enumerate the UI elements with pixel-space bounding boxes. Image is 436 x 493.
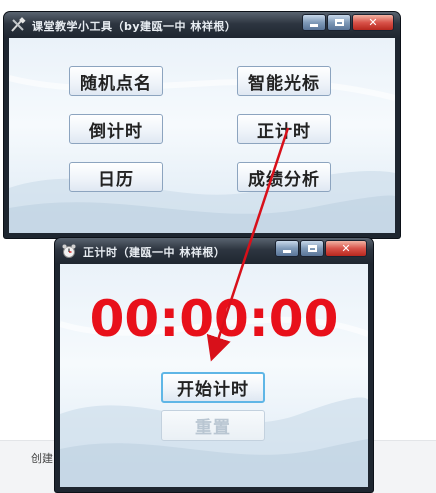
minimize-icon [283,250,291,253]
maximize-icon [307,245,317,252]
alarm-clock-icon [62,244,76,258]
maximize-icon [334,19,344,26]
maximize-button[interactable] [300,240,324,257]
background-partial-text: 创建 [31,452,53,465]
start-timing-button[interactable]: 开始计时 [161,372,265,403]
reset-button: 重置 [161,410,265,441]
random-roll-call-button[interactable]: 随机点名 [69,66,163,96]
minimize-button[interactable] [275,240,299,257]
close-icon: ✕ [368,16,378,29]
count-up-timer-button[interactable]: 正计时 [237,114,331,144]
main-window: 课堂教学小工具（by建瓯一中 林祥根） ✕ 随机点名 智能光标 倒计时 正计时 … [4,12,400,238]
minimize-icon [310,24,318,27]
main-window-controls: ✕ [301,14,394,31]
countdown-button[interactable]: 倒计时 [69,114,163,144]
background-wave [9,75,395,233]
timer-window-client: 00:00:00 开始计时 重置 [60,264,368,487]
timer-window-controls: ✕ [274,240,367,257]
tools-icon [11,17,26,32]
main-window-title: 课堂教学小工具（by建瓯一中 林祥根） [32,20,237,33]
close-icon: ✕ [341,242,351,255]
timer-window: 正计时（建瓯一中 林祥根） ✕ 00:00:00 开始计时 重置 [55,238,373,492]
maximize-button[interactable] [327,14,351,31]
main-window-titlebar[interactable]: 课堂教学小工具（by建瓯一中 林祥根） ✕ [4,12,400,38]
timer-window-title: 正计时（建瓯一中 林祥根） [83,246,226,259]
close-button[interactable]: ✕ [352,14,394,31]
minimize-button[interactable] [302,14,326,31]
calendar-button[interactable]: 日历 [69,162,163,192]
timer-window-titlebar[interactable]: 正计时（建瓯一中 林祥根） ✕ [55,238,373,264]
grade-analysis-button[interactable]: 成绩分析 [237,162,331,192]
elapsed-time-display: 00:00:00 [89,290,339,348]
main-window-client: 随机点名 智能光标 倒计时 正计时 日历 成绩分析 [9,38,395,233]
close-button[interactable]: ✕ [325,240,367,257]
smart-cursor-button[interactable]: 智能光标 [237,66,331,96]
